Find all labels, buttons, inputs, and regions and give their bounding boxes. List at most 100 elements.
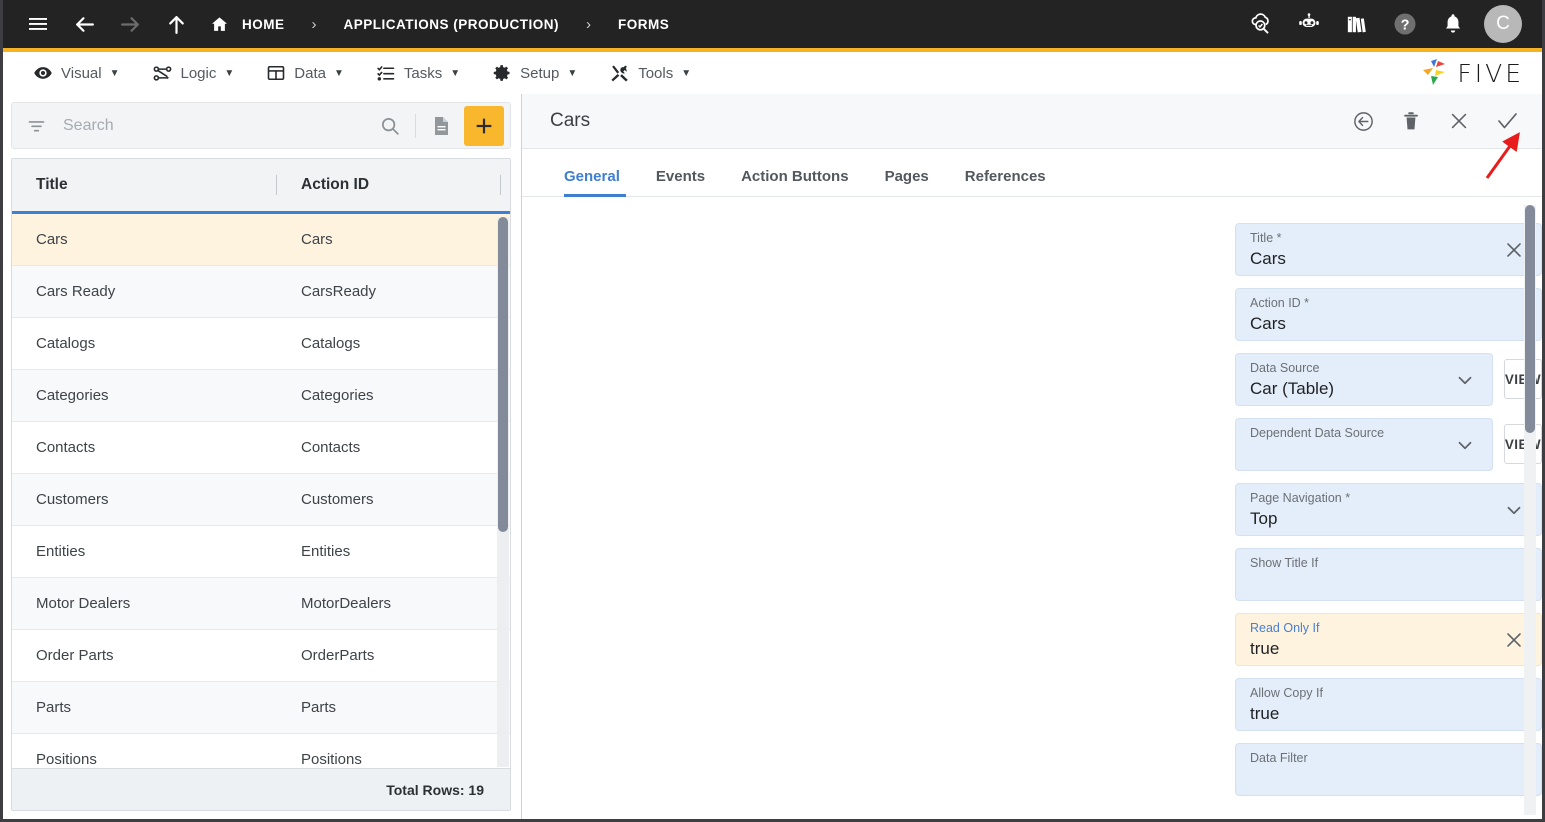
field-value[interactable]: Cars — [1250, 247, 1527, 271]
chevron-down-icon[interactable] — [1503, 499, 1525, 521]
field-value[interactable]: true — [1250, 702, 1527, 726]
cell-title: Cars Ready — [36, 283, 116, 300]
field-show-title-if[interactable]: Show Title If — [1235, 548, 1542, 601]
top-navigation-bar: HOME › APPLICATIONS (PRODUCTION) › FORMS — [3, 0, 1542, 52]
search-icon[interactable] — [371, 107, 409, 145]
menu-item-data[interactable]: Data ▼ — [250, 52, 360, 94]
chevron-down-icon: ▼ — [109, 67, 120, 79]
books-icon[interactable] — [1340, 7, 1374, 41]
forms-table: Title Action ID Cars Cars Cars Ready CarsRe… — [11, 158, 511, 811]
field-page-navigation[interactable]: Page Navigation * Top — [1235, 483, 1542, 536]
column-header-action-id[interactable]: Action ID — [277, 159, 501, 211]
field-data-filter[interactable]: Data Filter — [1235, 743, 1542, 796]
cloud-check-search-icon[interactable] — [1244, 7, 1278, 41]
avatar[interactable]: C — [1484, 5, 1522, 43]
table-row[interactable]: Contacts Contacts — [12, 422, 510, 474]
tab-events[interactable]: Events — [638, 168, 723, 196]
field-clear-icon[interactable] — [1503, 239, 1525, 261]
field-allow-copy-if[interactable]: Allow Copy If true — [1235, 678, 1542, 731]
breadcrumb-home[interactable]: HOME — [242, 17, 285, 32]
table-row[interactable]: Cars Ready CarsReady — [12, 266, 510, 318]
field-label: Dependent Data Source — [1250, 426, 1385, 440]
logic-nodes-icon — [152, 63, 173, 84]
cell-action-id: Catalogs — [301, 335, 361, 352]
cell-action-id: Positions — [301, 751, 362, 768]
delete-trash-icon[interactable] — [1398, 108, 1424, 134]
table-row[interactable]: Categories Categories — [12, 370, 510, 422]
chevron-down-icon[interactable] — [1454, 369, 1476, 391]
menu-item-tools[interactable]: Tools ▼ — [593, 52, 707, 94]
field-value[interactable]: Top — [1250, 507, 1527, 531]
cell-title: Cars — [36, 231, 68, 248]
field-value[interactable]: true — [1250, 637, 1527, 661]
close-icon[interactable] — [1446, 108, 1472, 134]
add-form-button[interactable] — [464, 105, 504, 146]
column-header-title[interactable]: Title — [12, 159, 277, 211]
table-row[interactable]: Motor Dealers MotorDealers — [12, 578, 510, 630]
cell-title: Contacts — [36, 439, 96, 456]
view-button[interactable]: VIEW — [1503, 424, 1542, 464]
chevron-down-icon[interactable] — [1454, 434, 1476, 456]
field-action-id[interactable]: Action ID * Cars — [1235, 288, 1542, 341]
field-title[interactable]: Title * Cars — [1235, 223, 1542, 276]
cell-title: Categories — [36, 387, 109, 404]
view-button[interactable]: VIEW — [1503, 359, 1542, 399]
menu-label-setup: Setup — [520, 64, 560, 82]
tab-references[interactable]: References — [947, 168, 1064, 196]
tab-pages[interactable]: Pages — [867, 168, 947, 196]
back-arrow-icon[interactable] — [67, 7, 101, 41]
breadcrumb-separator-2: › — [586, 15, 591, 33]
column-resize-handle-2[interactable] — [500, 175, 501, 195]
search-input[interactable] — [47, 116, 371, 135]
form-field-row: Action ID * Cars — [1235, 288, 1542, 341]
filter-icon[interactable] — [26, 115, 47, 136]
field-value[interactable]: Cars — [1250, 312, 1527, 336]
chevron-down-icon: ▼ — [681, 67, 692, 79]
table-row[interactable]: Cars Cars — [12, 214, 510, 266]
undo-arrow-icon[interactable] — [1350, 108, 1376, 134]
form-field-row: Show Title If — [1235, 548, 1542, 601]
form-field-row: Dependent Data Source VIEW — [1235, 418, 1542, 471]
breadcrumb-forms[interactable]: FORMS — [618, 17, 669, 32]
table-row[interactable]: Catalogs Catalogs — [12, 318, 510, 370]
breadcrumb-applications[interactable]: APPLICATIONS (PRODUCTION) — [344, 17, 560, 32]
tab-general[interactable]: General — [552, 168, 638, 197]
robot-icon[interactable] — [1292, 7, 1326, 41]
bell-icon[interactable] — [1436, 7, 1470, 41]
field-dependent-data-source[interactable]: Dependent Data Source — [1235, 418, 1493, 471]
menu-label-logic: Logic — [180, 64, 217, 82]
save-check-icon[interactable] — [1494, 108, 1520, 134]
field-value[interactable]: Car (Table) — [1250, 377, 1478, 401]
cell-title: Motor Dealers — [36, 595, 131, 612]
form-fields: Title * Cars Action ID * Cars Data Source Car… — [522, 223, 1542, 796]
breadcrumb-separator: › — [311, 15, 317, 33]
form-scrollbar[interactable] — [1524, 205, 1536, 815]
home-icon[interactable] — [209, 14, 229, 34]
table-row[interactable]: Entities Entities — [12, 526, 510, 578]
breadcrumb: HOME › APPLICATIONS (PRODUCTION) › FORMS — [209, 14, 669, 34]
help-icon[interactable]: ? — [1388, 7, 1422, 41]
cell-action-id: OrderParts — [301, 647, 375, 664]
up-arrow-icon[interactable] — [159, 7, 193, 41]
form-scrollbar-thumb[interactable] — [1525, 205, 1535, 433]
field-data-source[interactable]: Data Source Car (Table) — [1235, 353, 1493, 406]
table-row[interactable]: Positions Positions — [12, 734, 510, 768]
tab-action-buttons[interactable]: Action Buttons — [723, 168, 866, 196]
document-icon[interactable] — [422, 107, 460, 145]
menu-item-setup[interactable]: Setup ▼ — [476, 52, 593, 94]
table-row[interactable]: Order Parts OrderParts — [12, 630, 510, 682]
toolbar-divider — [415, 113, 416, 138]
forward-arrow-icon[interactable] — [113, 7, 147, 41]
menu-item-tasks[interactable]: Tasks ▼ — [360, 52, 476, 94]
field-read-only-if[interactable]: Read Only If true — [1235, 613, 1542, 666]
hamburger-icon[interactable] — [21, 7, 55, 41]
list-scrollbar[interactable] — [497, 217, 509, 767]
menu-item-visual[interactable]: Visual ▼ — [17, 52, 136, 94]
list-scrollbar-thumb[interactable] — [498, 217, 508, 532]
field-label: Allow Copy If — [1250, 686, 1323, 700]
field-clear-icon[interactable] — [1503, 629, 1525, 651]
field-label: Read Only If — [1250, 621, 1320, 635]
menu-item-logic[interactable]: Logic ▼ — [136, 52, 251, 94]
table-row[interactable]: Parts Parts — [12, 682, 510, 734]
table-row[interactable]: Customers Customers — [12, 474, 510, 526]
